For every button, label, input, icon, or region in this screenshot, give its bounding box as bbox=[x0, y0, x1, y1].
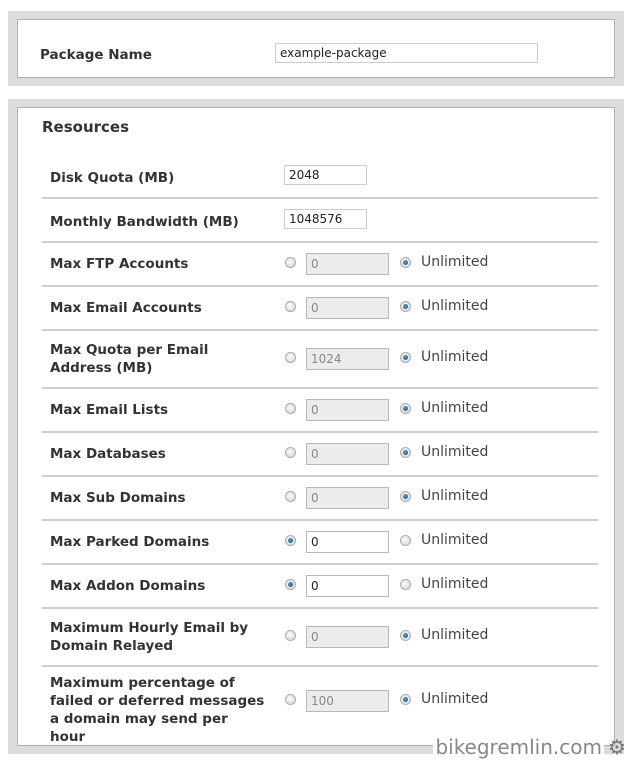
limited-radio[interactable] bbox=[285, 447, 296, 458]
resource-row: Max Databases 0 Unlimited bbox=[42, 433, 598, 477]
monthly-bandwidth-input[interactable] bbox=[284, 209, 367, 229]
monthly-bandwidth-label: Monthly Bandwidth (MB) bbox=[50, 214, 239, 230]
unlimited-radio[interactable] bbox=[400, 257, 411, 268]
unlimited-radio[interactable] bbox=[400, 301, 411, 312]
resource-row: Maximum percentage of failed or deferred… bbox=[42, 667, 598, 745]
unlimited-radio[interactable] bbox=[400, 447, 411, 458]
limited-radio[interactable] bbox=[285, 694, 296, 705]
resource-label: Max Email Lists bbox=[50, 402, 169, 418]
unlimited-label: Unlimited bbox=[421, 691, 489, 707]
row-disk-quota: Disk Quota (MB) bbox=[42, 155, 598, 199]
unlimited-label: Unlimited bbox=[421, 532, 489, 548]
limited-radio[interactable] bbox=[285, 301, 296, 312]
unlimited-label: Unlimited bbox=[421, 488, 489, 504]
limit-value-input[interactable]: 0 bbox=[306, 487, 389, 509]
package-name-box: Package Name bbox=[17, 19, 615, 78]
unlimited-label: Unlimited bbox=[421, 444, 489, 460]
limit-value-input[interactable]: 1024 bbox=[306, 348, 389, 370]
watermark: bikegremlin.com bbox=[433, 735, 604, 759]
unlimited-radio[interactable] bbox=[400, 535, 411, 546]
limited-radio[interactable] bbox=[285, 579, 296, 590]
resource-label: Max Addon Domains bbox=[50, 578, 206, 594]
unlimited-label: Unlimited bbox=[421, 254, 489, 270]
unlimited-label: Unlimited bbox=[421, 400, 489, 416]
unlimited-radio[interactable] bbox=[400, 579, 411, 590]
resource-label: Max Parked Domains bbox=[50, 534, 210, 550]
resource-label: Max FTP Accounts bbox=[50, 256, 189, 272]
unlimited-radio[interactable] bbox=[400, 403, 411, 414]
unlimited-radio[interactable] bbox=[400, 352, 411, 363]
limit-value-input[interactable]: 0 bbox=[306, 531, 389, 553]
limit-value-input[interactable]: 0 bbox=[306, 253, 389, 275]
row-monthly-bandwidth: Monthly Bandwidth (MB) bbox=[42, 199, 598, 243]
unlimited-radio[interactable] bbox=[400, 694, 411, 705]
resource-row: Max FTP Accounts 0 Unlimited bbox=[42, 243, 598, 287]
limited-radio[interactable] bbox=[285, 257, 296, 268]
unlimited-label: Unlimited bbox=[421, 576, 489, 592]
gear-icon: ⚙ bbox=[608, 735, 626, 759]
resource-label: Max Email Accounts bbox=[50, 300, 202, 316]
resource-row: Max Email Accounts 0 Unlimited bbox=[42, 287, 598, 331]
limit-value-input[interactable]: 0 bbox=[306, 626, 389, 648]
unlimited-label: Unlimited bbox=[421, 627, 489, 643]
limit-value-input[interactable]: 0 bbox=[306, 399, 389, 421]
unlimited-radio[interactable] bbox=[400, 491, 411, 502]
resources-panel: Resources Disk Quota (MB) Monthly Bandwi… bbox=[8, 99, 624, 754]
limited-radio[interactable] bbox=[285, 491, 296, 502]
unlimited-radio[interactable] bbox=[400, 630, 411, 641]
resource-row: Max Parked Domains 0 Unlimited bbox=[42, 521, 598, 565]
limit-value-input[interactable]: 0 bbox=[306, 297, 389, 319]
limit-value-input[interactable]: 0 bbox=[306, 443, 389, 465]
limited-radio[interactable] bbox=[285, 535, 296, 546]
resource-row: Maximum Hourly Email by Domain Relayed 0 U… bbox=[42, 609, 598, 667]
package-name-input[interactable] bbox=[275, 43, 538, 63]
package-name-panel: Package Name bbox=[8, 11, 624, 86]
resource-label: Maximum percentage of failed or deferred… bbox=[50, 675, 265, 745]
resource-row: Max Email Lists 0 Unlimited bbox=[42, 389, 598, 433]
resource-label: Maximum Hourly Email by Domain Relayed bbox=[50, 620, 249, 654]
resource-row: Max Quota per Email Address (MB) 1024 Unli… bbox=[42, 331, 598, 389]
resource-label: Max Quota per Email Address (MB) bbox=[50, 342, 209, 376]
resource-row: Max Sub Domains 0 Unlimited bbox=[42, 477, 598, 521]
unlimited-label: Unlimited bbox=[421, 349, 489, 365]
resource-label: Max Databases bbox=[50, 446, 166, 462]
resource-row: Max Addon Domains 0 Unlimited bbox=[42, 565, 598, 609]
limited-radio[interactable] bbox=[285, 630, 296, 641]
resource-label: Max Sub Domains bbox=[50, 490, 186, 506]
limit-value-input[interactable]: 0 bbox=[306, 575, 389, 597]
unlimited-label: Unlimited bbox=[421, 298, 489, 314]
disk-quota-input[interactable] bbox=[284, 165, 367, 185]
package-name-label: Package Name bbox=[40, 47, 152, 63]
disk-quota-label: Disk Quota (MB) bbox=[50, 170, 175, 186]
limited-radio[interactable] bbox=[285, 352, 296, 363]
resources-title: Resources bbox=[42, 118, 130, 136]
limited-radio[interactable] bbox=[285, 403, 296, 414]
limit-value-input[interactable]: 100 bbox=[306, 690, 389, 712]
resources-box: Resources Disk Quota (MB) Monthly Bandwi… bbox=[17, 107, 615, 746]
